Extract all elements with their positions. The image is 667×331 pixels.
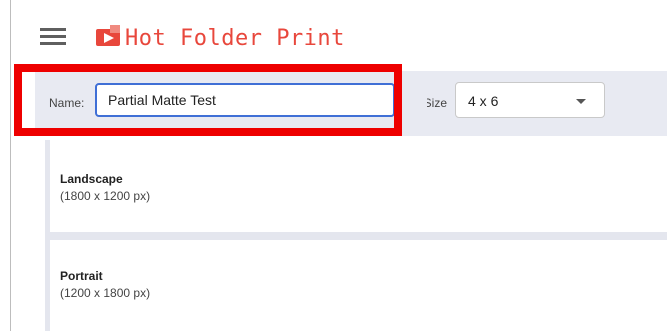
orientation-dimensions: (1200 x 1800 px) <box>60 286 151 300</box>
name-label: Name: <box>49 96 85 110</box>
hamburger-menu-icon[interactable] <box>40 28 66 46</box>
caret-down-icon <box>576 99 586 104</box>
size-select[interactable]: 4 x 6 <box>455 82 605 118</box>
orientation-title: Landscape <box>60 172 123 186</box>
name-input[interactable] <box>95 83 395 117</box>
orientation-card-landscape[interactable]: Landscape (1800 x 1200 px) <box>45 140 667 232</box>
print-settings-toolbar: Name: Size: 4 x 6 <box>35 71 667 136</box>
size-select-value: 4 x 6 <box>468 93 499 109</box>
printer-logo-icon <box>96 25 120 46</box>
card-divider <box>45 232 667 240</box>
orientation-dimensions: (1800 x 1200 px) <box>60 189 151 203</box>
app-title: Hot Folder Print <box>125 26 345 51</box>
app-window: Hot Folder Print Name: Size: 4 x 6 Lands… <box>10 0 667 331</box>
orientation-title: Portrait <box>60 269 103 283</box>
orientation-card-portrait[interactable]: Portrait (1200 x 1800 px) <box>45 240 667 331</box>
size-label: Size: <box>427 96 447 110</box>
app-bar: Hot Folder Print <box>11 0 667 68</box>
